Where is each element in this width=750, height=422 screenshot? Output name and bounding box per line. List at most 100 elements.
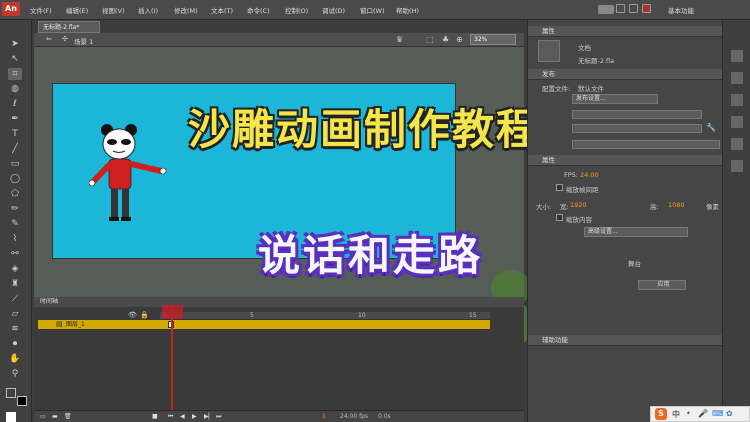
- maximize-icon[interactable]: [629, 4, 638, 13]
- ink-bottle-icon[interactable]: ♜: [8, 278, 22, 290]
- edit-symbol-icon[interactable]: ⬚: [426, 35, 434, 44]
- elapsed-time[interactable]: 0.0s: [378, 411, 391, 422]
- menu-commands[interactable]: 命令(C): [247, 5, 270, 15]
- fps-value[interactable]: 24.00: [580, 171, 599, 179]
- text-tool-icon[interactable]: T: [8, 128, 22, 140]
- delete-layer-icon[interactable]: 🗑: [64, 411, 72, 422]
- 3d-rotation-icon[interactable]: ◍: [8, 83, 22, 95]
- current-frame[interactable]: 1: [322, 411, 326, 422]
- menu-view[interactable]: 视图(V): [102, 5, 125, 15]
- script-select[interactable]: [572, 124, 702, 133]
- eye-icon[interactable]: 👁: [128, 311, 137, 319]
- ime-skin-icon[interactable]: ✿: [726, 409, 733, 418]
- swatches-icon[interactable]: [731, 94, 743, 106]
- scale-content-checkbox[interactable]: [556, 214, 563, 221]
- target-select[interactable]: [572, 110, 702, 119]
- next-frame-icon[interactable]: ▶▏: [204, 411, 213, 422]
- advanced-settings-button[interactable]: 高级设置...: [584, 227, 688, 237]
- menu-insert[interactable]: 插入(I): [138, 5, 158, 15]
- bone-tool-icon[interactable]: ⚯: [8, 248, 22, 260]
- publish-section[interactable]: 发布: [528, 69, 723, 80]
- swap-colors-icon[interactable]: [6, 412, 16, 422]
- scene-label[interactable]: 场景 1: [74, 36, 93, 46]
- selection-tool-icon[interactable]: ➤: [8, 38, 22, 50]
- align-icon[interactable]: [731, 116, 743, 128]
- menu-debug[interactable]: 调试(D): [322, 5, 345, 15]
- paint-brush-icon[interactable]: ⌇: [8, 233, 22, 245]
- width-value[interactable]: 1920: [570, 201, 587, 209]
- oval-tool-icon[interactable]: ◯: [8, 173, 22, 185]
- new-folder-icon[interactable]: ▬: [52, 411, 58, 422]
- zoom-select[interactable]: 32%: [470, 34, 516, 45]
- prev-frame-icon[interactable]: ◀: [180, 411, 185, 422]
- apply-button[interactable]: 应用: [638, 280, 686, 290]
- minimize-icon[interactable]: [616, 4, 625, 13]
- timeline-ruler[interactable]: [160, 312, 490, 320]
- zoom-tool-icon[interactable]: ⚲: [8, 368, 22, 380]
- ime-punct-icon[interactable]: •: [686, 409, 691, 418]
- width-tool-icon[interactable]: ≋: [8, 323, 22, 335]
- unit-label: 像素: [706, 203, 719, 211]
- new-layer-icon[interactable]: ▭: [40, 411, 46, 422]
- properties-section[interactable]: 属性: [528, 155, 723, 166]
- lock-icon[interactable]: 🔒: [140, 311, 149, 319]
- properties-tab[interactable]: 属性: [528, 26, 723, 37]
- code-snippets-icon[interactable]: [731, 160, 743, 172]
- playhead[interactable]: [171, 305, 173, 415]
- doc-name: 无标题-2.fla: [578, 57, 615, 65]
- first-frame-icon[interactable]: ⏮: [168, 411, 173, 422]
- rectangle-tool-icon[interactable]: ▭: [8, 158, 22, 170]
- brush-tool-icon[interactable]: ✎: [8, 218, 22, 230]
- fill-color-swatch[interactable]: [17, 396, 27, 406]
- color-icon[interactable]: [731, 72, 743, 84]
- back-arrow-icon[interactable]: ⇐: [46, 35, 52, 43]
- class-field[interactable]: [572, 140, 720, 149]
- fps-readout[interactable]: 24.00 fps: [340, 411, 368, 422]
- accessibility-section[interactable]: 辅助功能: [528, 335, 723, 346]
- transform-icon[interactable]: [731, 138, 743, 150]
- ime-mic-icon[interactable]: 🎤: [698, 409, 708, 418]
- free-transform-icon[interactable]: ⌗: [8, 68, 22, 80]
- line-tool-icon[interactable]: ╱: [8, 143, 22, 155]
- menu-text[interactable]: 文本(T): [211, 5, 233, 15]
- pencil-tool-icon[interactable]: ✏: [8, 203, 22, 215]
- menu-file[interactable]: 文件(F): [30, 5, 52, 15]
- hand-tool-icon[interactable]: ✋: [8, 353, 22, 365]
- menu-window[interactable]: 窗口(W): [360, 5, 385, 15]
- height-value[interactable]: 1080: [668, 201, 685, 209]
- library-icon[interactable]: [731, 50, 743, 62]
- panda-character[interactable]: [89, 120, 199, 240]
- camera-icon[interactable]: ⏺: [8, 338, 22, 350]
- center-stage-icon[interactable]: ⊕: [456, 35, 463, 44]
- ime-language[interactable]: 中: [672, 409, 680, 420]
- polystar-tool-icon[interactable]: ⬠: [8, 188, 22, 200]
- last-frame-icon[interactable]: ⏭: [216, 411, 221, 422]
- eraser-icon[interactable]: ▱: [8, 308, 22, 320]
- scale-frames-checkbox[interactable]: [556, 184, 563, 191]
- lasso-icon[interactable]: ℓ: [8, 98, 22, 110]
- layer-name[interactable]: 图层_1: [66, 320, 85, 329]
- stroke-color-swatch[interactable]: [6, 388, 16, 398]
- pen-tool-icon[interactable]: ✒: [8, 113, 22, 125]
- play-icon[interactable]: ▶: [192, 411, 197, 422]
- ime-keyboard-icon[interactable]: ⌨: [712, 409, 724, 418]
- close-icon[interactable]: [642, 4, 651, 13]
- layer-row[interactable]: [38, 320, 490, 329]
- eyedropper-icon[interactable]: ⟋: [8, 293, 22, 305]
- ime-logo[interactable]: S: [655, 408, 667, 420]
- edit-scene-icon[interactable]: ♣: [442, 35, 449, 44]
- publish-settings-button[interactable]: 发布设置...: [572, 94, 658, 104]
- stop-icon[interactable]: ■: [152, 411, 158, 422]
- menu-control[interactable]: 控制(O): [285, 5, 308, 15]
- workspace-switcher[interactable]: 基本功能: [668, 5, 694, 15]
- camera-toggle-icon[interactable]: ♛: [396, 35, 403, 44]
- wrench-icon[interactable]: 🔧: [706, 123, 716, 132]
- document-tab[interactable]: 无标题-2.fla*: [38, 21, 100, 33]
- paint-bucket-icon[interactable]: ◈: [8, 263, 22, 275]
- menu-edit[interactable]: 编辑(E): [66, 5, 88, 15]
- subselection-tool-icon[interactable]: ↖: [8, 53, 22, 65]
- sync-icon[interactable]: [598, 5, 614, 14]
- menu-help[interactable]: 帮助(H): [396, 5, 419, 15]
- timeline-tab[interactable]: 时间轴: [34, 297, 524, 307]
- menu-modify[interactable]: 修改(M): [174, 5, 198, 15]
